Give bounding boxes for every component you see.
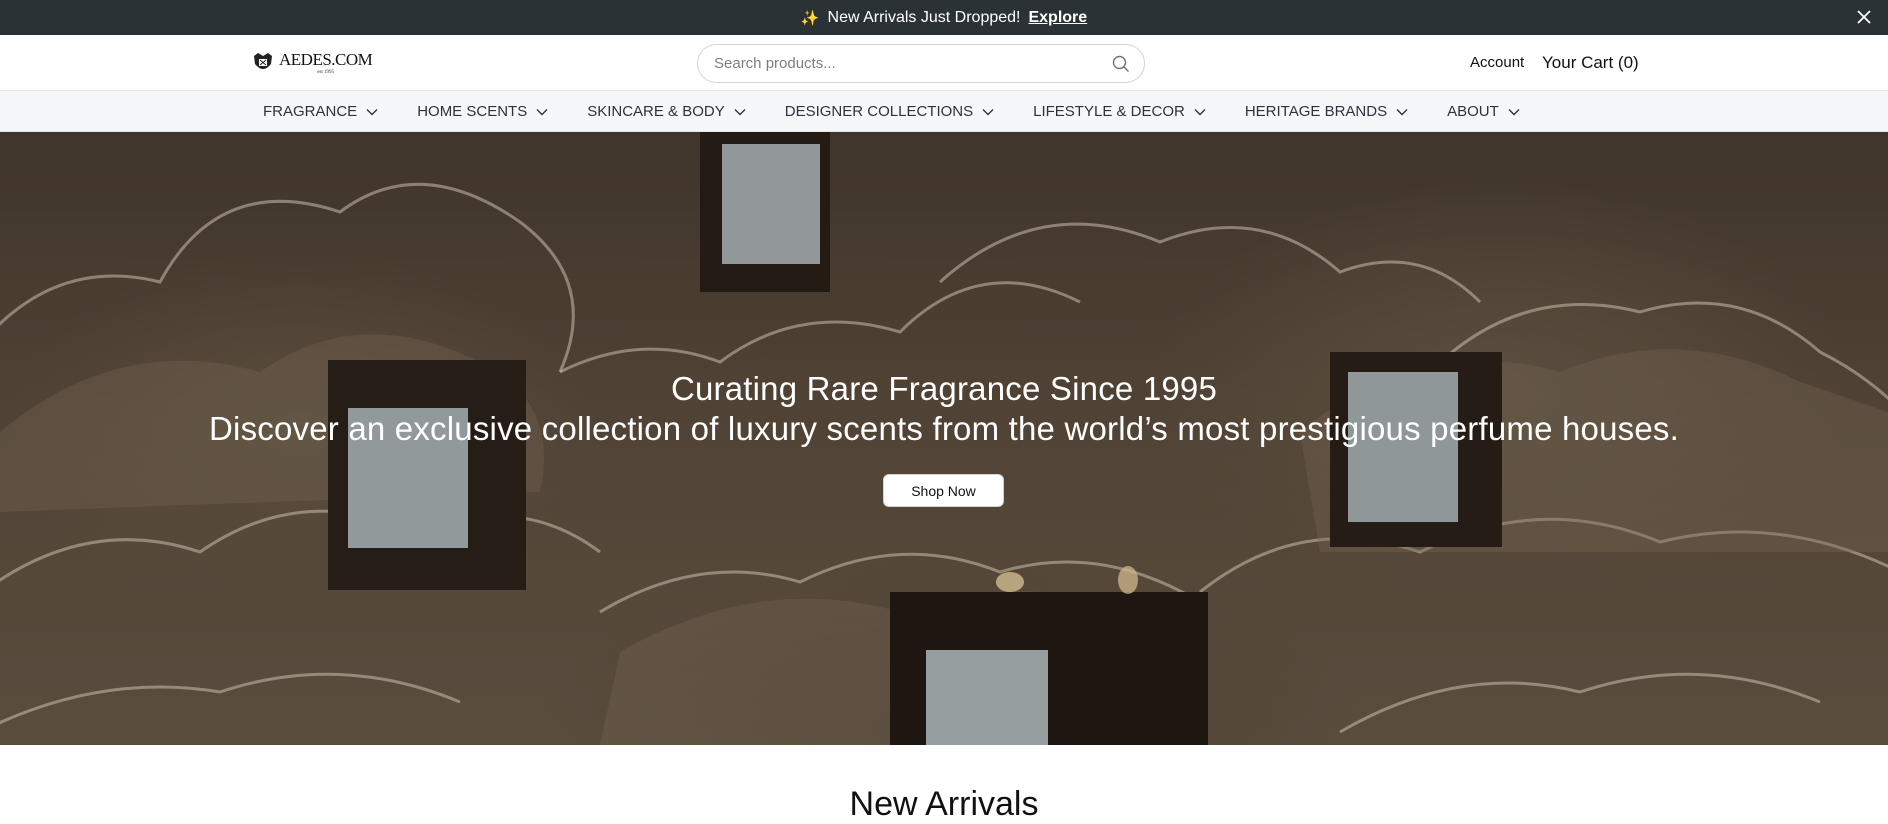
chevron-down-icon [982, 108, 994, 115]
search-input[interactable] [714, 55, 1112, 72]
chevron-down-icon [366, 108, 378, 115]
search-bar [697, 44, 1145, 83]
announcement-text: New Arrivals Just Dropped! [827, 8, 1021, 26]
logo-est-text: est 1995 [317, 70, 335, 75]
site-logo[interactable]: AEDES.COM est 1995 [250, 48, 374, 78]
nav-item-label: HOME SCENTS [417, 103, 528, 120]
nav-item-home-scents[interactable]: HOME SCENTS [417, 103, 548, 120]
close-icon[interactable] [1854, 7, 1874, 27]
chevron-down-icon [1508, 108, 1520, 115]
cart-link[interactable]: Your Cart (0) [1542, 53, 1639, 73]
hero-title: Curating Rare Fragrance Since 1995 [670, 370, 1218, 407]
nav-item-label: DESIGNER COLLECTIONS [784, 103, 974, 120]
new-arrivals-heading: New Arrivals [849, 785, 1039, 823]
nav-item-label: SKINCARE & BODY [587, 103, 725, 120]
crest-icon [254, 53, 272, 69]
main-nav: FRAGRANCE HOME SCENTS SKINCARE & BODY DE… [0, 91, 1888, 132]
nav-item-heritage-brands[interactable]: HERITAGE BRANDS [1245, 103, 1408, 120]
nav-item-label: ABOUT [1447, 103, 1499, 120]
chevron-down-icon [1396, 108, 1408, 115]
nav-item-label: FRAGRANCE [263, 103, 358, 120]
nav-item-fragrance[interactable]: FRAGRANCE [263, 103, 378, 120]
nav-item-designer-collections[interactable]: DESIGNER COLLECTIONS [785, 103, 994, 120]
hero-subtitle: Discover an exclusive collection of luxu… [209, 410, 1679, 447]
chevron-down-icon [734, 108, 746, 115]
chevron-down-icon [1194, 108, 1206, 115]
explore-link[interactable]: Explore [1028, 9, 1087, 27]
site-header: AEDES.COM est 1995 Account Your Cart (0) [0, 35, 1888, 91]
nav-item-about[interactable]: ABOUT [1447, 103, 1520, 120]
announcement-bar: ✨ New Arrivals Just Dropped! Explore [0, 0, 1888, 35]
account-link[interactable]: Account [1470, 54, 1524, 71]
search-icon[interactable] [1112, 55, 1130, 73]
shop-now-button[interactable]: Shop Now [883, 474, 1004, 507]
sparkle-icon: ✨ [800, 9, 820, 27]
nav-item-lifestyle-decor[interactable]: LIFESTYLE & DECOR [1033, 103, 1206, 120]
nav-item-label: HERITAGE BRANDS [1244, 103, 1388, 120]
hero-banner: Curating Rare Fragrance Since 1995 Disco… [0, 132, 1888, 745]
nav-item-label: LIFESTYLE & DECOR [1033, 103, 1185, 120]
nav-item-skincare-body[interactable]: SKINCARE & BODY [587, 103, 746, 120]
logo-text: AEDES.COM [279, 50, 373, 69]
chevron-down-icon [536, 108, 548, 115]
